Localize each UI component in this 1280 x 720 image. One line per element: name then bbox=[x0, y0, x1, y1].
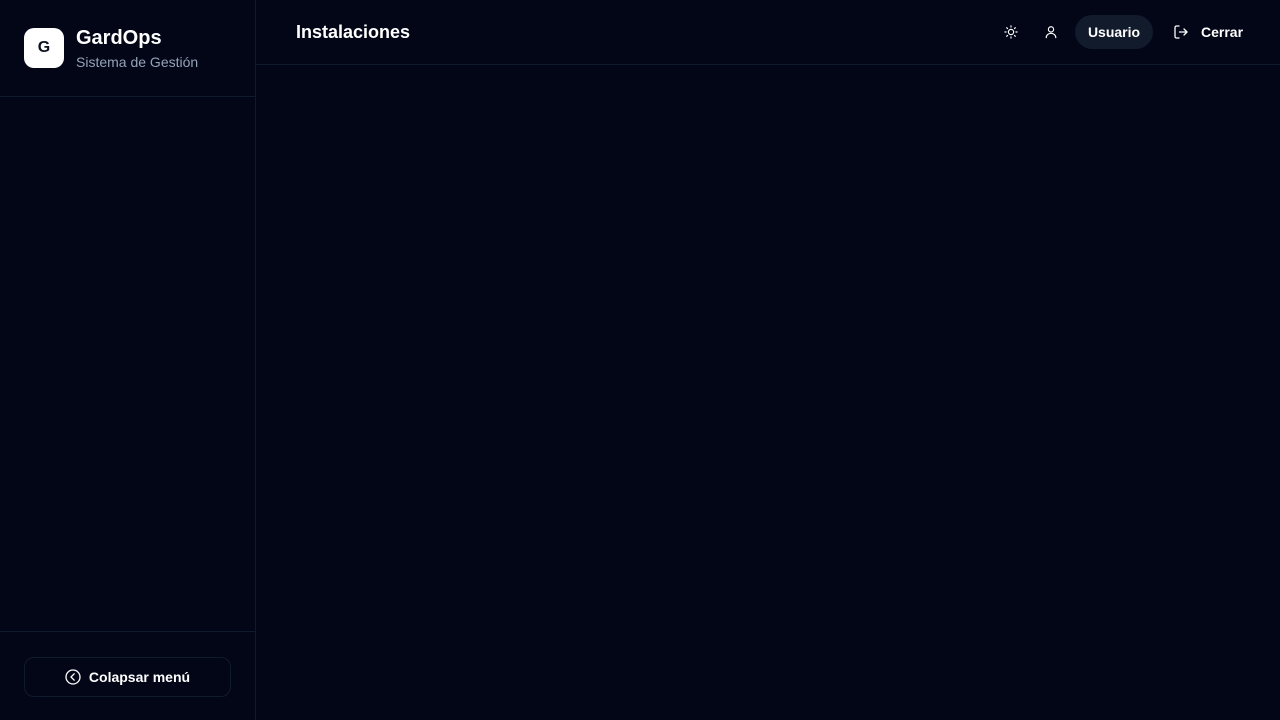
logout-button[interactable]: Cerrar bbox=[1165, 16, 1251, 48]
brand-subtitle: Sistema de Gestión bbox=[76, 54, 199, 70]
user-profile-button[interactable] bbox=[1035, 16, 1067, 48]
top-header: Instalaciones Usuario Cerrar bbox=[256, 0, 1280, 65]
main-content-area bbox=[256, 65, 1280, 720]
user-icon bbox=[1044, 25, 1058, 39]
user-name-pill[interactable]: Usuario bbox=[1075, 15, 1153, 49]
collapse-menu-label: Colapsar menú bbox=[88, 669, 191, 685]
logout-icon bbox=[1173, 24, 1189, 40]
collapse-menu-button[interactable]: Colapsar menú bbox=[24, 657, 231, 697]
theme-toggle-button[interactable] bbox=[995, 16, 1027, 48]
page-title: Instalaciones bbox=[296, 22, 411, 42]
brand-logo: G bbox=[24, 28, 64, 68]
sidebar-footer: Colapsar menú bbox=[0, 631, 255, 720]
sun-icon bbox=[1004, 25, 1018, 39]
sidebar: G GardOps Sistema de Gestión Colapsar me… bbox=[0, 0, 256, 720]
brand-header: G GardOps Sistema de Gestión bbox=[0, 0, 255, 97]
logout-label: Cerrar bbox=[1201, 24, 1244, 40]
brand-name: GardOps bbox=[76, 27, 162, 49]
app-root: G GardOps Sistema de Gestión Colapsar me… bbox=[0, 0, 1280, 720]
chevron-left-circle-icon bbox=[65, 669, 81, 685]
